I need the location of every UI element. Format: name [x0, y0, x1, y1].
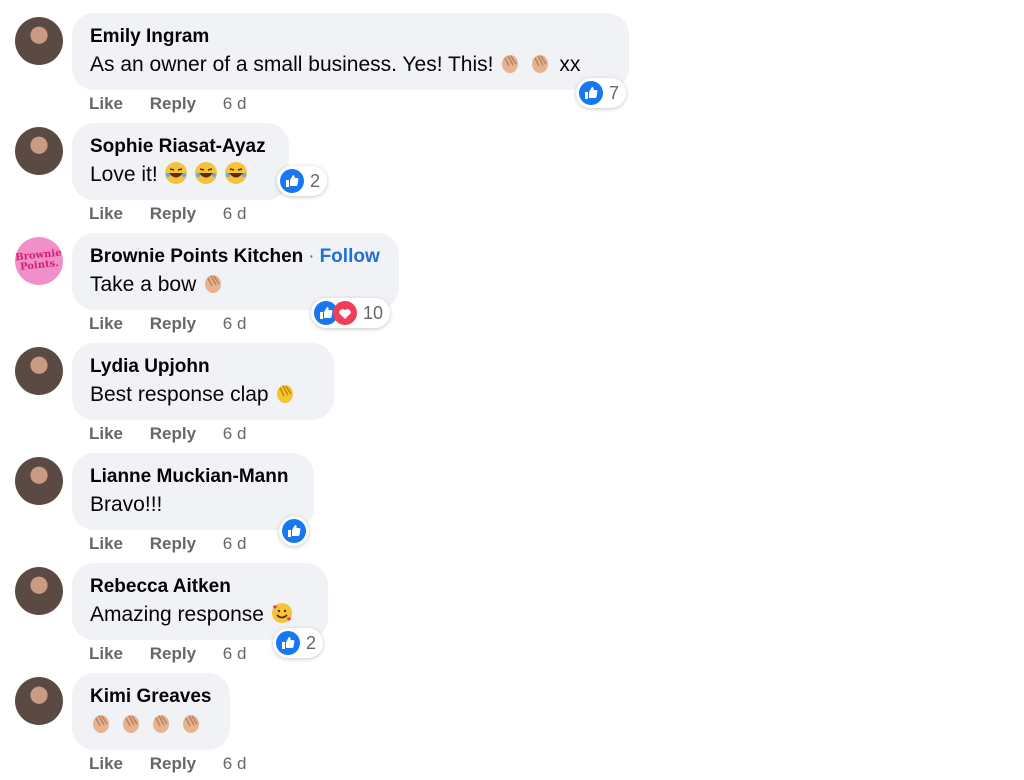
comment-bubble: Sophie Riasat-Ayaz Love it! — [72, 123, 289, 200]
comment-body: Love it! — [90, 163, 158, 186]
clapping-hands-icon — [532, 55, 549, 73]
avatar[interactable] — [15, 127, 63, 175]
reaction-summary[interactable]: 2 — [277, 166, 328, 196]
comment-text: Take a bow — [90, 269, 381, 300]
avatar[interactable] — [15, 567, 63, 615]
like-button[interactable]: Like — [89, 754, 123, 773]
avatar[interactable] — [15, 347, 63, 395]
clapping-hands-icon — [502, 55, 519, 73]
reaction-summary[interactable] — [279, 516, 309, 546]
comment-author[interactable]: Sophie Riasat-Ayaz — [90, 135, 271, 159]
avatar[interactable] — [15, 677, 63, 725]
comment-text: Amazing response — [90, 599, 310, 630]
tears-of-joy-icon — [194, 162, 217, 184]
comment-suffix: xx — [559, 53, 581, 76]
clapping-hands-icon — [153, 715, 169, 733]
comment: Emily Ingram As an owner of a small busi… — [0, 0, 700, 113]
like-icon — [280, 169, 304, 193]
comment-text: As an owner of a small business. Yes! Th… — [90, 49, 611, 80]
comment-author[interactable]: Brownie Points Kitchen — [90, 246, 303, 267]
comment-text — [90, 709, 212, 740]
comment-body: Bravo!!! — [90, 493, 163, 516]
comment-body: Amazing response — [90, 603, 264, 626]
timestamp[interactable]: 6 d — [223, 754, 247, 773]
reaction-summary[interactable]: 2 — [273, 628, 324, 658]
tears-of-joy-icon — [224, 162, 247, 184]
clapping-hands-icon — [123, 715, 139, 733]
comment-text: Best response clap — [90, 379, 316, 410]
comment-bubble: Kimi Greaves — [72, 673, 230, 750]
comment-bubble: Lydia Upjohn Best response clap — [72, 343, 334, 420]
comment: Rebecca Aitken Amazing response 2 Like R… — [0, 550, 700, 663]
comment: Lianne Muckian-Mann Bravo!!! Like Reply … — [0, 440, 700, 553]
reaction-summary[interactable]: 10 — [311, 298, 391, 328]
smiling-face-with-hearts-icon — [271, 603, 292, 623]
like-icon — [282, 519, 306, 543]
comment-author-line: Brownie Points Kitchen · Follow — [90, 245, 381, 269]
comment-text: Love it! — [90, 159, 271, 190]
comment: Kimi Greaves Like Reply 6 d — [0, 660, 700, 773]
clapping-hands-icon — [183, 715, 199, 733]
comment: Brownie Points. Brownie Points Kitchen · F… — [0, 220, 700, 333]
comment-body: Take a bow — [90, 273, 197, 296]
separator-dot: · — [308, 246, 315, 267]
comment-author[interactable]: Lydia Upjohn — [90, 355, 316, 379]
comment-author[interactable]: Lianne Muckian-Mann — [90, 465, 296, 489]
avatar[interactable]: Brownie Points. — [15, 237, 63, 285]
clapping-hands-icon — [277, 385, 294, 403]
comment: Sophie Riasat-Ayaz Love it! 2 Like Reply… — [0, 110, 700, 223]
comment-bubble: Lianne Muckian-Mann Bravo!!! — [72, 453, 314, 530]
comment-body: Best response clap — [90, 383, 269, 406]
reply-button[interactable]: Reply — [150, 754, 196, 773]
reaction-summary[interactable]: 7 — [576, 78, 627, 108]
clapping-hands-icon — [93, 715, 109, 733]
comment-text: Bravo!!! — [90, 489, 296, 520]
clapping-hands-icon — [205, 275, 222, 293]
reaction-count: 2 — [310, 170, 321, 191]
comment-body: As an owner of a small business. Yes! Th… — [90, 53, 494, 76]
comment: Lydia Upjohn Best response clap Like Rep… — [0, 330, 700, 443]
comment-author[interactable]: Emily Ingram — [90, 25, 611, 49]
reaction-count: 10 — [363, 302, 384, 323]
avatar[interactable] — [15, 457, 63, 505]
reaction-count: 2 — [306, 632, 317, 653]
avatar[interactable] — [15, 17, 63, 65]
like-icon — [276, 631, 300, 655]
reaction-count: 7 — [609, 82, 620, 103]
brand-logo: Brownie Points. — [15, 247, 63, 273]
comment-author[interactable]: Kimi Greaves — [90, 685, 212, 709]
comment-actions: Like Reply 6 d — [89, 754, 246, 774]
follow-button[interactable]: Follow — [320, 246, 380, 267]
comment-bubble: Emily Ingram As an owner of a small busi… — [72, 13, 629, 90]
like-icon — [579, 81, 603, 105]
tears-of-joy-icon — [164, 162, 187, 184]
comment-author[interactable]: Rebecca Aitken — [90, 575, 310, 599]
love-icon — [333, 301, 357, 325]
